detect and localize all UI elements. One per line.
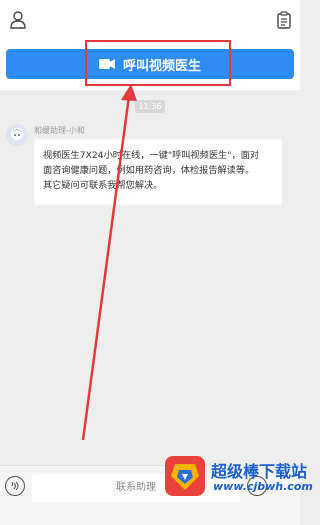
assistant-avatar bbox=[6, 124, 28, 146]
user-profile-icon[interactable] bbox=[6, 8, 30, 32]
message-line: 其它疑问可联系我帮您解决。 bbox=[43, 180, 163, 191]
call-button-label: 呼叫视频医生 bbox=[122, 58, 201, 74]
watermark-url: www.cjbwh.com bbox=[213, 480, 313, 493]
sender-name: 和缓助理-小和 bbox=[34, 126, 85, 135]
clipboard-icon[interactable] bbox=[272, 8, 296, 32]
message-line: 视频医生7X24小时在线，一键"呼叫视频医生"，面对 bbox=[43, 150, 260, 161]
watermark-title: 超级棒下载站 bbox=[211, 462, 308, 481]
watermark: 超级棒下载站 www.cjbwh.com bbox=[165, 452, 313, 502]
top-bar bbox=[0, 0, 300, 40]
call-video-doctor-button[interactable]: 呼叫视频医生 bbox=[6, 49, 294, 79]
message-bubble: 视频医生7X24小时在线，一键"呼叫视频医生"，面对 面咨询健康问题，例如用药咨… bbox=[34, 139, 282, 205]
video-camera-icon bbox=[98, 59, 115, 69]
watermark-logo bbox=[165, 456, 205, 496]
message-line: 面咨询健康问题，例如用药咨询，体检报告解读等。 bbox=[43, 165, 255, 176]
voice-input-icon[interactable] bbox=[5, 476, 25, 496]
chat-timestamp: 11:36 bbox=[135, 100, 165, 113]
call-button-area: 呼叫视频医生 bbox=[0, 40, 300, 90]
